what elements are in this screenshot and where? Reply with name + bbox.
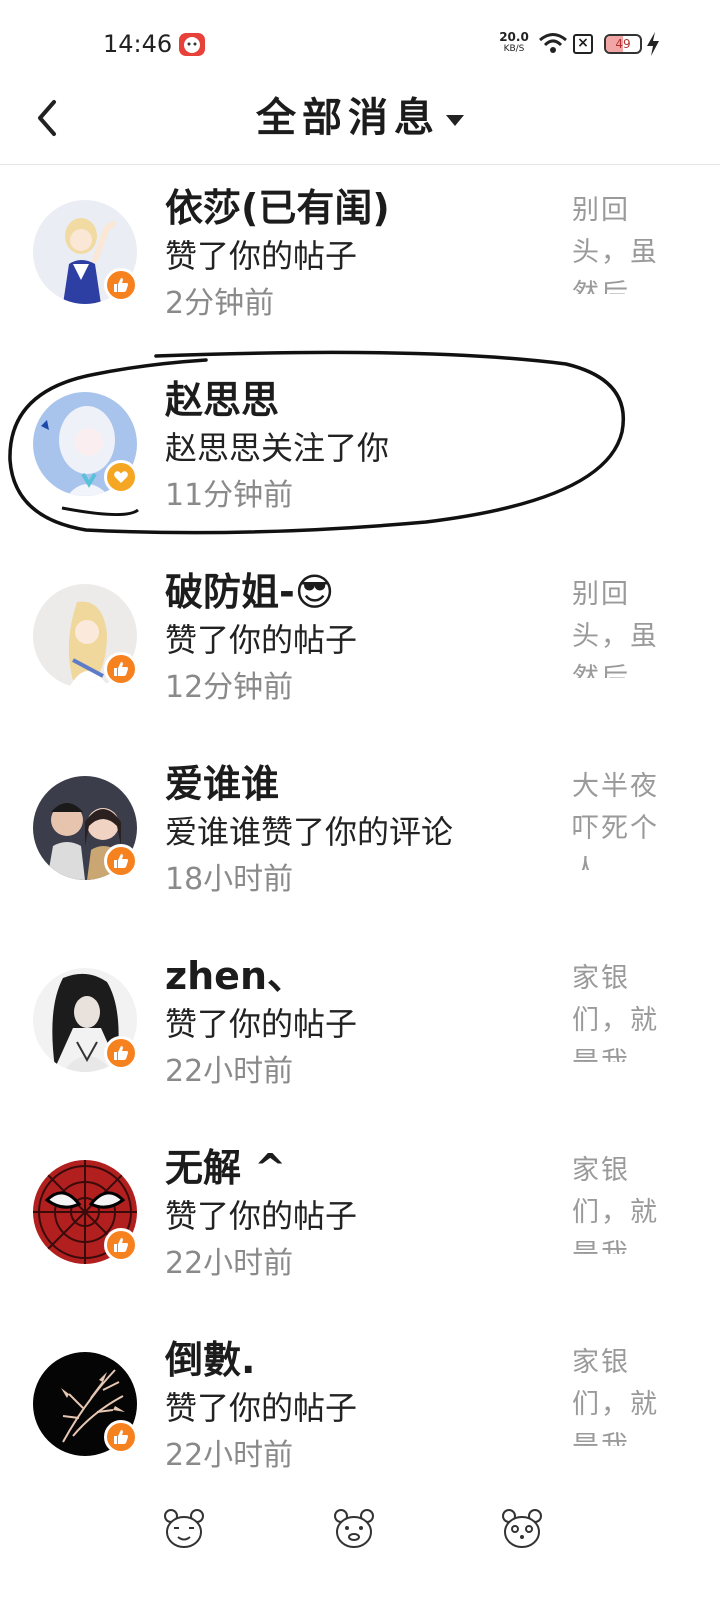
message-action: 赞了你的帖子 bbox=[165, 1197, 358, 1235]
dropdown-caret-icon[interactable] bbox=[446, 114, 464, 126]
message-action: 赞了你的帖子 bbox=[165, 1389, 358, 1427]
thumbs-up-icon bbox=[104, 652, 138, 686]
bear-face-icon[interactable] bbox=[500, 1506, 544, 1550]
sender-name: 依莎(已有闺) bbox=[165, 186, 390, 230]
thumbs-up-icon bbox=[104, 1228, 138, 1262]
list-item[interactable]: 爱谁谁 爱谁谁赞了你的评论 18小时前 大半夜吓死个人 bbox=[0, 758, 720, 950]
bear-face-icon[interactable] bbox=[332, 1506, 376, 1550]
thumbs-up-icon bbox=[104, 1420, 138, 1454]
thumbs-up-icon bbox=[104, 1036, 138, 1070]
page-title[interactable]: 全部消息 bbox=[0, 90, 720, 146]
battery-level: 49 bbox=[615, 37, 631, 51]
post-preview[interactable]: 家银们，就是我 bbox=[572, 1342, 668, 1446]
wifi-icon bbox=[539, 33, 567, 53]
sender-name: 爱谁谁 bbox=[165, 762, 280, 806]
net-speed-value: 20.0 bbox=[499, 30, 529, 44]
page-title-text: 全部消息 bbox=[256, 95, 440, 141]
sender-name: 无解 ^ bbox=[165, 1146, 287, 1190]
hand-drawn-circle-annotation bbox=[8, 350, 625, 535]
list-item[interactable]: 无解 ^ 赞了你的帖子 22小时前 家银们，就是我 bbox=[0, 1142, 720, 1334]
bear-face-icon[interactable] bbox=[162, 1506, 206, 1550]
network-speed: 20.0 KB/S bbox=[497, 31, 531, 55]
app-notification-icon bbox=[179, 33, 205, 56]
post-preview[interactable]: 大半夜吓死个人 bbox=[572, 766, 668, 870]
sender-name: zhen、 bbox=[165, 954, 305, 998]
message-time: 12分钟前 bbox=[165, 670, 294, 705]
status-time: 14:46 bbox=[103, 30, 173, 58]
post-preview[interactable]: 家银们，就是我 bbox=[572, 1150, 668, 1254]
battery-icon: 49 bbox=[604, 34, 642, 54]
post-preview[interactable]: 别回头，虽然后 bbox=[572, 574, 668, 678]
message-time: 22小时前 bbox=[165, 1438, 294, 1473]
message-time: 18小时前 bbox=[165, 862, 294, 897]
net-speed-unit: KB/S bbox=[503, 44, 525, 54]
message-time: 22小时前 bbox=[165, 1054, 294, 1089]
sim-off-icon: × bbox=[573, 34, 593, 54]
thumbs-up-icon bbox=[104, 844, 138, 878]
message-action: 爱谁谁赞了你的评论 bbox=[165, 813, 454, 851]
post-preview[interactable]: 家银们，就是我 bbox=[572, 958, 668, 1062]
post-preview[interactable]: 别回头，虽然后 bbox=[572, 190, 668, 294]
thumbs-up-icon bbox=[104, 268, 138, 302]
sender-name: 倒數. bbox=[165, 1338, 256, 1382]
charging-icon bbox=[647, 32, 659, 56]
message-time: 2分钟前 bbox=[165, 286, 275, 321]
list-item[interactable]: 依莎(已有闺) 赞了你的帖子 2分钟前 别回头，虽然后 bbox=[0, 182, 720, 374]
message-action: 赞了你的帖子 bbox=[165, 1005, 358, 1043]
header: 全部消息 bbox=[0, 90, 720, 165]
list-item[interactable]: zhen、 赞了你的帖子 22小时前 家银们，就是我 bbox=[0, 950, 720, 1142]
message-action: 赞了你的帖子 bbox=[165, 621, 358, 659]
status-bar: 14:46 20.0 KB/S × 49 bbox=[0, 0, 720, 90]
message-time: 22小时前 bbox=[165, 1246, 294, 1281]
bottom-nav bbox=[0, 1490, 720, 1600]
sender-name: 破防姐-😎 bbox=[165, 570, 335, 614]
message-action: 赞了你的帖子 bbox=[165, 237, 358, 275]
list-item[interactable]: 破防姐-😎 赞了你的帖子 12分钟前 别回头，虽然后 bbox=[0, 566, 720, 758]
